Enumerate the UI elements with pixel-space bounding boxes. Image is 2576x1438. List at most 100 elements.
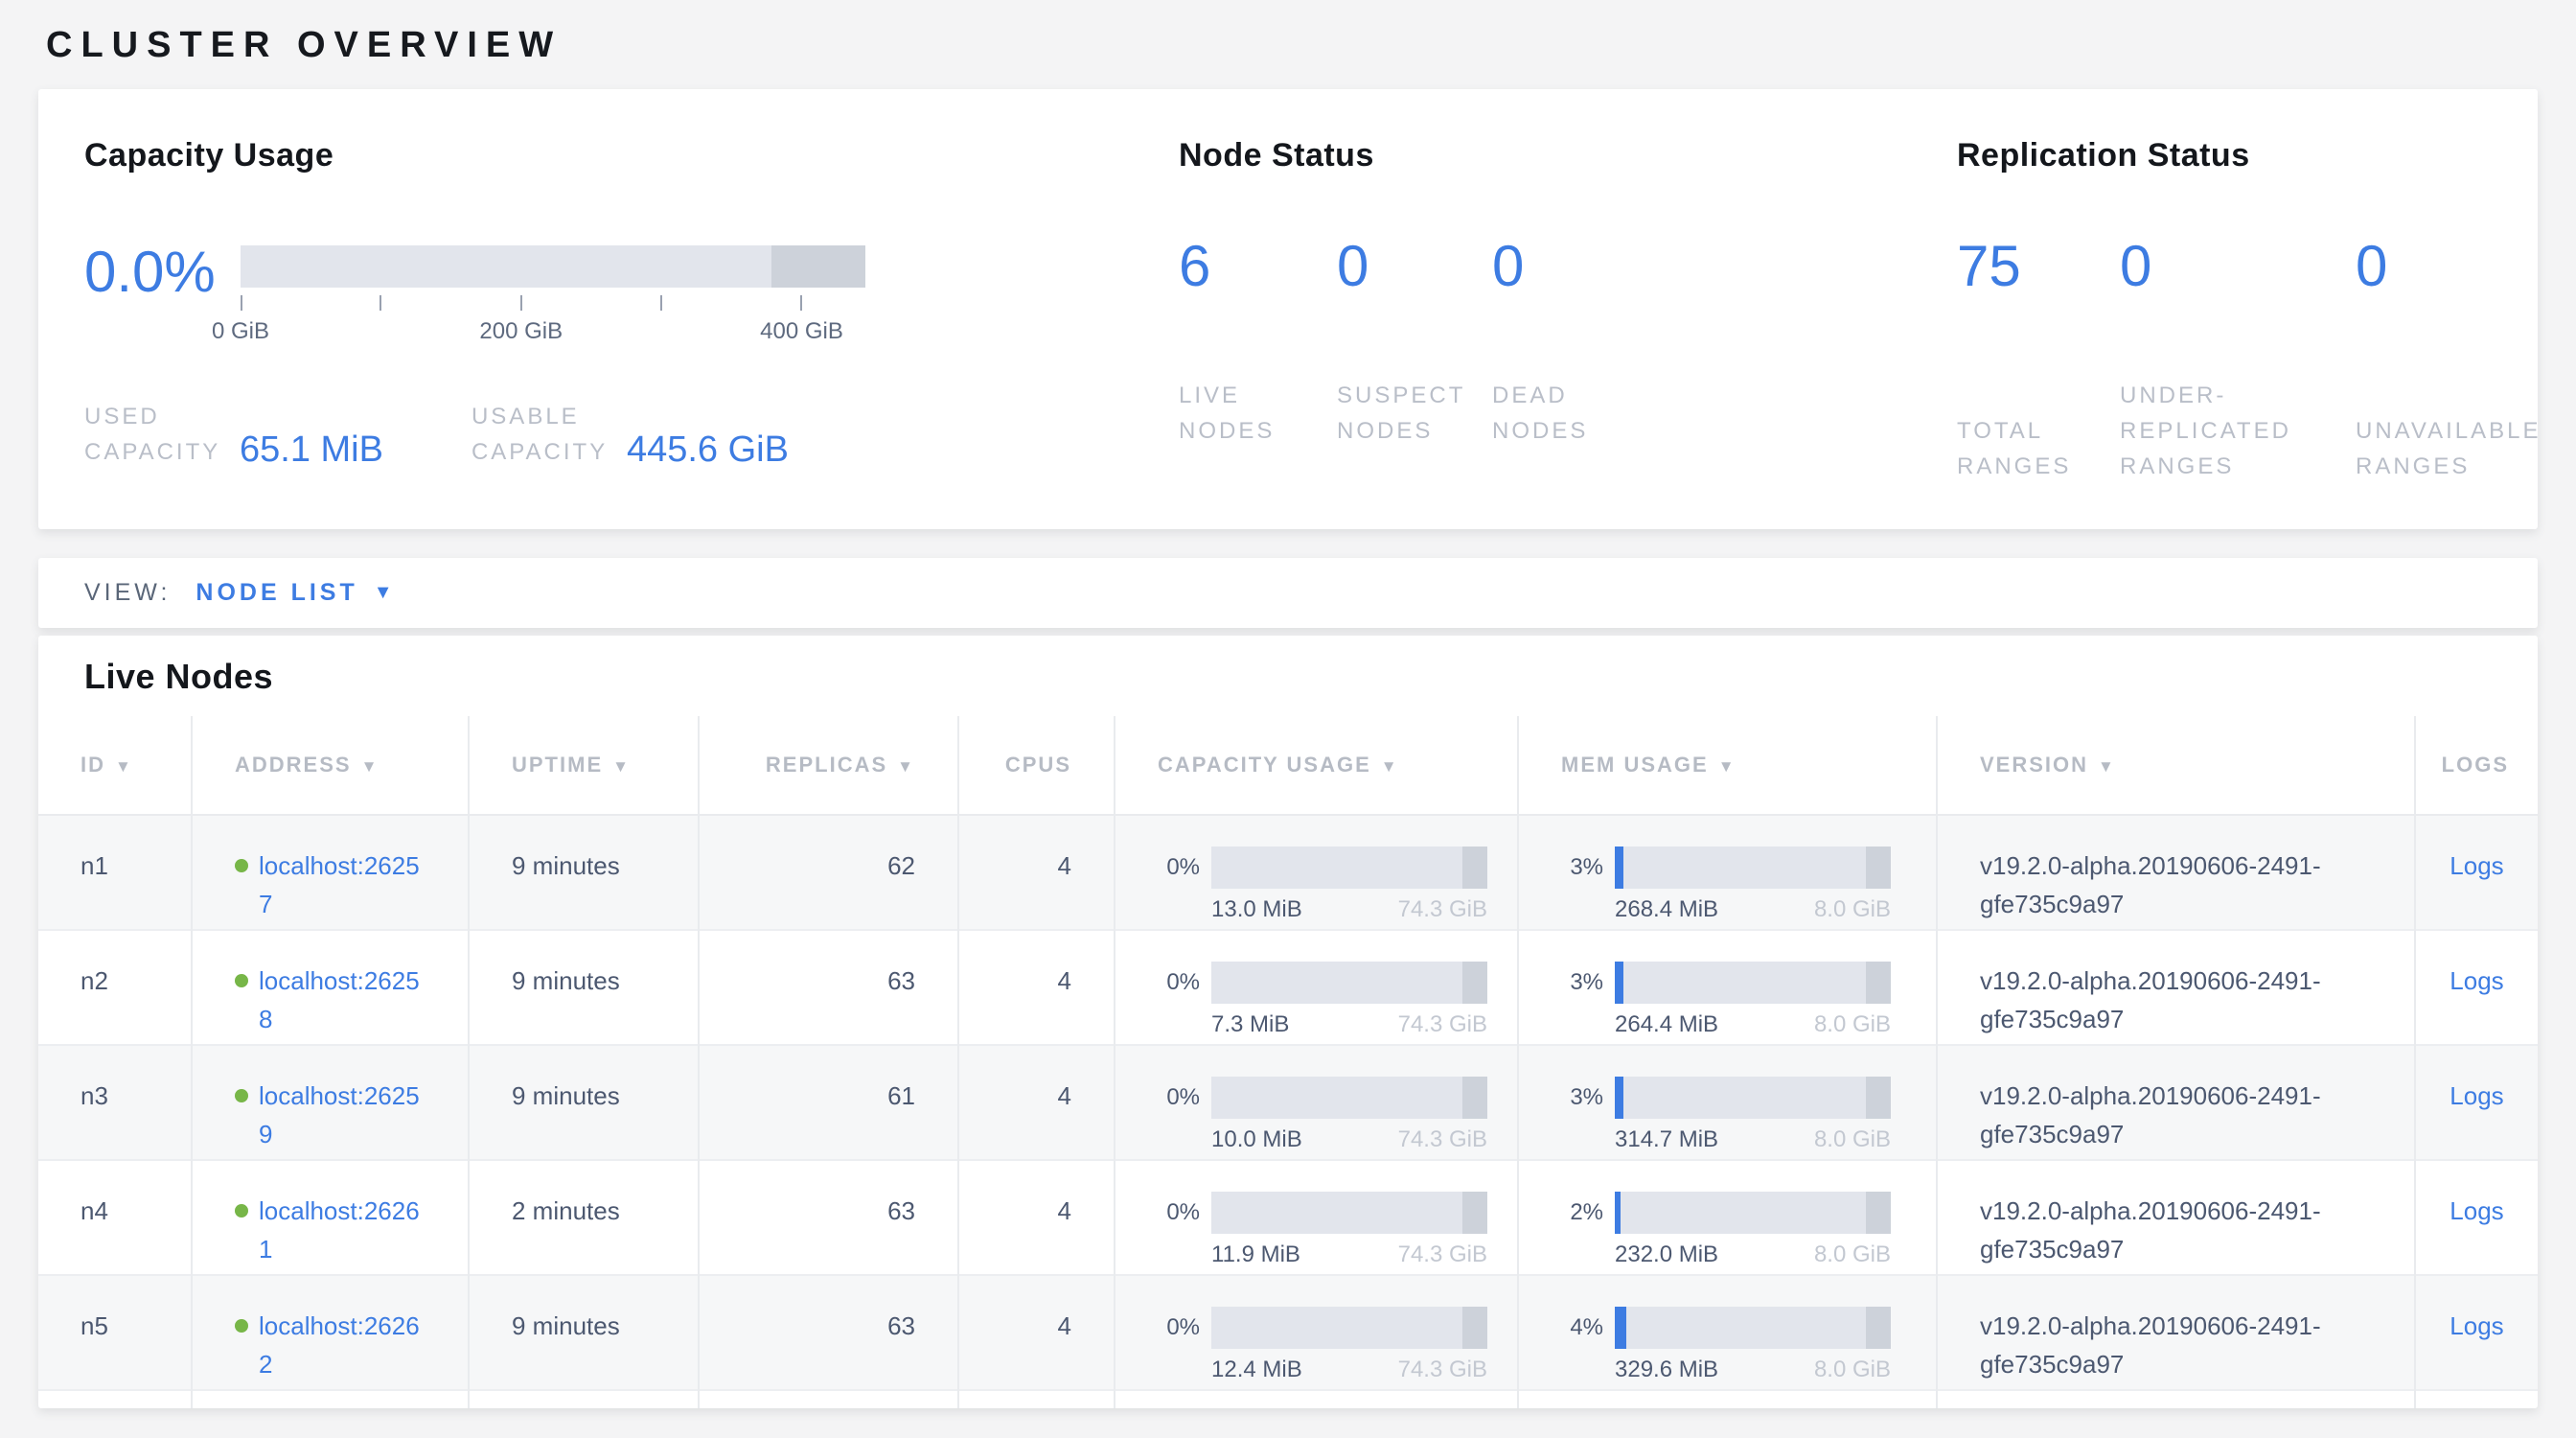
mem-percent: 3% [1561, 964, 1603, 1000]
under-replicated-ranges-label: UNDER-REPLICATED RANGES [2120, 378, 2356, 485]
node-mem-usage-cell: 3% 264.4 MiB 8.0 GiB [1518, 930, 1937, 1045]
column-header-id[interactable]: ID▼ [38, 716, 192, 815]
capacity-used: 11.9 MiB [1211, 1241, 1300, 1269]
capacity-total: 74.3 GiB [1398, 896, 1487, 924]
mem-percent: 2% [1561, 1194, 1603, 1230]
node-logs-cell: Logs [2415, 1275, 2538, 1390]
live-status-dot-icon [235, 1319, 248, 1333]
sort-desc-icon: ▼ [897, 757, 915, 776]
used-capacity-value: 65.1 MiB [240, 430, 383, 471]
column-header-uptime[interactable]: UPTIME▼ [469, 716, 699, 815]
mem-bar [1615, 847, 1891, 889]
column-header-capacity-usage[interactable]: CAPACITY USAGE▼ [1115, 716, 1518, 815]
column-header-cpus: CPUS [958, 716, 1115, 815]
chevron-down-icon[interactable]: ▼ [374, 582, 393, 604]
node-address-cell: localhost:26262 [192, 1275, 469, 1390]
logs-link[interactable]: Logs [2450, 851, 2503, 880]
capacity-percent: 0% [1158, 1310, 1200, 1345]
replication-status-title: Replication Status [1957, 137, 2576, 174]
cluster-overview-page: CLUSTER OVERVIEW Capacity Usage 0.0% 0 G… [0, 0, 2576, 1438]
node-address-link[interactable]: localhost:26259 [259, 1077, 424, 1154]
column-header-version[interactable]: VERSION▼ [1937, 716, 2415, 815]
gauge-tick [241, 295, 242, 311]
capacity-percent: 0% [1158, 849, 1200, 885]
table-row-n2: n2 localhost:26258 9 minutes 63 4 0% [38, 930, 2538, 1045]
node-address-link[interactable]: localhost:26261 [259, 1192, 424, 1269]
node-address-link[interactable]: localhost:26262 [259, 1307, 424, 1384]
node-cpus: 4 [958, 815, 1115, 930]
node-logs-cell: Logs [2415, 1045, 2538, 1160]
capacity-usage-title: Capacity Usage [84, 137, 865, 174]
node-logs-cell: Logs [2415, 1160, 2538, 1275]
capacity-percent: 0.0% [84, 244, 241, 301]
view-label: VIEW: [84, 579, 171, 607]
gauge-tick [380, 295, 381, 311]
capacity-bar-endcap [1462, 962, 1487, 1004]
capacity-used: 12.4 MiB [1211, 1357, 1302, 1384]
node-address-link[interactable]: localhost:26258 [259, 962, 424, 1039]
logs-link[interactable]: Logs [2450, 1311, 2503, 1340]
sort-desc-icon: ▼ [612, 757, 631, 776]
capacity-bar-endcap [1462, 1077, 1487, 1119]
capacity-bar [1211, 1077, 1487, 1119]
mem-bar-fill [1615, 847, 1623, 889]
table-header-row: ID▼ ADDRESS▼ UPTIME▼ REPLICAS▼ CPUS CAPA… [38, 716, 2538, 815]
node-uptime: 9 minutes [469, 1275, 699, 1390]
gauge-tick-label: 200 GiB [479, 318, 563, 345]
sort-desc-icon: ▼ [1381, 757, 1399, 776]
node-capacity-usage-cell: 0% 12.4 MiB 74.3 GiB [1115, 1275, 1518, 1390]
gauge-tick [800, 295, 802, 311]
logs-link[interactable]: Logs [2450, 1196, 2503, 1225]
mem-bar-endcap [1866, 1307, 1891, 1349]
node-status-title: Node Status [1179, 137, 1665, 174]
node-address-link[interactable]: localhost:26257 [259, 847, 424, 924]
gauge-tick [660, 295, 662, 311]
node-cpus: 4 [958, 1160, 1115, 1275]
node-replicas: 61 [699, 1045, 958, 1160]
table-row-n4: n4 localhost:26261 2 minutes 63 4 0% [38, 1160, 2538, 1275]
column-header-replicas[interactable]: REPLICAS▼ [699, 716, 958, 815]
live-nodes-table: ID▼ ADDRESS▼ UPTIME▼ REPLICAS▼ CPUS CAPA… [38, 716, 2538, 1408]
page-title: CLUSTER OVERVIEW [0, 0, 2576, 66]
mem-percent: 3% [1561, 849, 1603, 885]
view-dropdown[interactable]: NODE LIST ▼ [196, 579, 392, 607]
node-address-cell: localhost:26258 [192, 930, 469, 1045]
table-row-n1: n1 localhost:26257 9 minutes 62 4 0% [38, 815, 2538, 930]
logs-link[interactable]: Logs [2450, 966, 2503, 995]
logs-link[interactable]: Logs [2450, 1081, 2503, 1110]
mem-bar-endcap [1866, 1077, 1891, 1119]
suspect-nodes-count: 0 [1337, 238, 1492, 339]
node-id: n5 [38, 1275, 192, 1390]
node-replicas: 62 [699, 815, 958, 930]
node-id: n3 [38, 1045, 192, 1160]
node-replicas: 63 [699, 1160, 958, 1275]
unavailable-ranges-count: 0 [2356, 238, 2576, 339]
sort-desc-icon: ▼ [2098, 757, 2116, 776]
view-selector-bar: VIEW: NODE LIST ▼ [38, 558, 2538, 628]
live-nodes-count: 6 [1179, 238, 1337, 339]
suspect-nodes-label: SUSPECT NODES [1337, 378, 1492, 449]
capacity-gauge-bar: 0 GiB 200 GiB 400 GiB [241, 245, 865, 288]
gauge-tick-label: 400 GiB [760, 318, 843, 345]
used-capacity-label: USED CAPACITY [84, 399, 230, 470]
capacity-gauge-endcap [771, 245, 865, 288]
node-logs-cell: Logs [2415, 930, 2538, 1045]
view-selected-value[interactable]: NODE LIST [196, 579, 357, 607]
node-id: n2 [38, 930, 192, 1045]
capacity-total: 74.3 GiB [1398, 1011, 1487, 1039]
node-replicas: 63 [699, 930, 958, 1045]
node-version: v19.2.0-alpha.20190606-2491-gfe735c9a97 [1937, 1160, 2415, 1275]
mem-bar-fill [1615, 1077, 1623, 1119]
column-header-mem-usage[interactable]: MEM USAGE▼ [1518, 716, 1937, 815]
mem-used: 329.6 MiB [1615, 1357, 1718, 1384]
capacity-bar [1211, 962, 1487, 1004]
live-nodes-title: Live Nodes [38, 636, 2538, 716]
node-id: n1 [38, 815, 192, 930]
node-address-cell: localhost:26257 [192, 815, 469, 930]
mem-bar-fill [1615, 1307, 1626, 1349]
column-header-address[interactable]: ADDRESS▼ [192, 716, 469, 815]
capacity-bar [1211, 847, 1487, 889]
capacity-total: 74.3 GiB [1398, 1241, 1487, 1269]
total-ranges-label: TOTAL RANGES [1957, 413, 2120, 484]
mem-total: 8.0 GiB [1814, 896, 1891, 924]
